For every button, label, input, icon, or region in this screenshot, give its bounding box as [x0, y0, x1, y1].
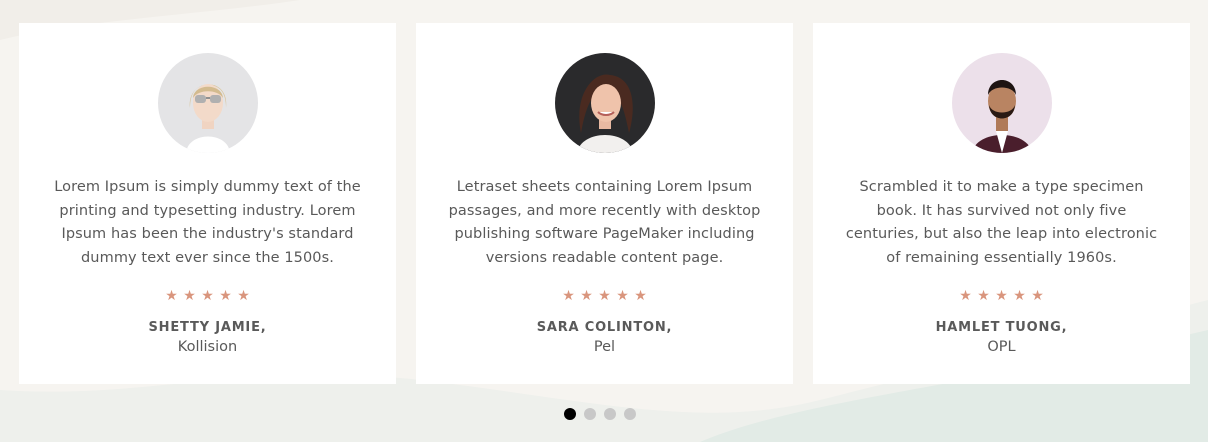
testimonial-card: Scrambled it to make a type specimen boo… [813, 23, 1190, 384]
star-icon: ★ [1013, 288, 1026, 304]
rating-stars: ★ ★ ★ ★ ★ [165, 289, 251, 303]
star-icon: ★ [634, 288, 647, 304]
testimonial-quote: Lorem Ipsum is simply dummy text of the … [54, 179, 361, 266]
testimonial-quote: Letraset sheets containing Lorem Ipsum p… [448, 179, 761, 266]
avatar [951, 53, 1052, 153]
star-icon: ★ [183, 288, 196, 304]
rating-stars: ★ ★ ★ ★ ★ [959, 289, 1045, 303]
avatar [554, 53, 655, 153]
testimonial-list: Lorem Ipsum is simply dummy text of the … [19, 23, 1190, 384]
pagination-dot-2[interactable] [584, 408, 596, 420]
carousel-pagination [564, 408, 636, 420]
star-icon: ★ [1031, 288, 1044, 304]
author-name: SARA COLINTON, [536, 320, 673, 335]
star-icon: ★ [237, 288, 250, 304]
star-icon: ★ [201, 288, 214, 304]
avatar [157, 53, 258, 153]
testimonial-card: Letraset sheets containing Lorem Ipsum p… [416, 23, 793, 384]
author-name: HAMLET TUONG, [935, 320, 1068, 335]
author-company: OPL [987, 339, 1016, 355]
author-company: Pel [593, 339, 616, 355]
author-name: SHETTY JAMIE, [148, 320, 267, 335]
star-icon: ★ [219, 288, 232, 304]
star-icon: ★ [616, 288, 629, 304]
testimonial-quote: Scrambled it to make a type specimen boo… [845, 179, 1158, 266]
pagination-dot-1[interactable] [564, 408, 576, 420]
rating-stars: ★ ★ ★ ★ ★ [562, 289, 648, 303]
pagination-dot-4[interactable] [624, 408, 636, 420]
star-icon: ★ [995, 288, 1008, 304]
testimonial-card: Lorem Ipsum is simply dummy text of the … [19, 23, 396, 384]
star-icon: ★ [959, 288, 972, 304]
pagination-dot-3[interactable] [604, 408, 616, 420]
star-icon: ★ [562, 288, 575, 304]
star-icon: ★ [977, 288, 990, 304]
star-icon: ★ [598, 288, 611, 304]
star-icon: ★ [580, 288, 593, 304]
author-company: Kollision [177, 339, 238, 355]
star-icon: ★ [165, 288, 178, 304]
